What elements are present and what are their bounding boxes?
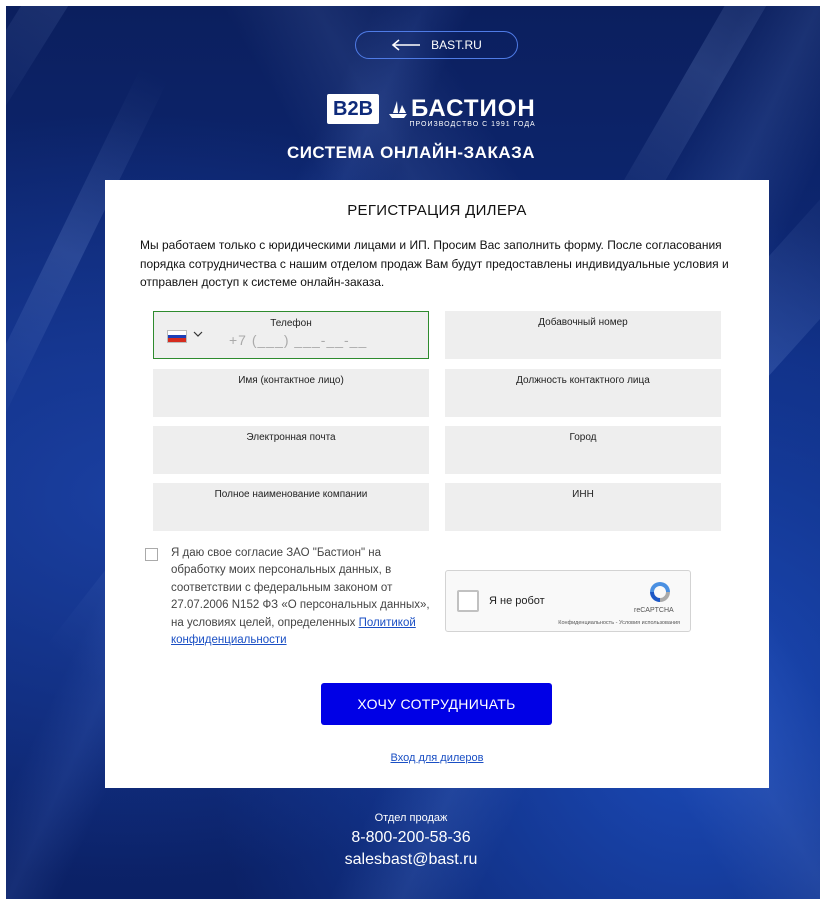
recaptcha-widget: Я не робот reCAPTCHA Конфиденциальность … bbox=[445, 570, 691, 632]
sales-phone[interactable]: 8-800-200-58-36 bbox=[0, 829, 822, 847]
registration-form: РЕГИСТРАЦИЯ ДИЛЕРА Мы работаем только с … bbox=[105, 180, 769, 788]
city-field[interactable]: Город bbox=[445, 426, 721, 474]
company-label: Полное наименование компании bbox=[214, 489, 368, 500]
city-label: Город bbox=[569, 432, 597, 443]
email-field[interactable]: Электронная почта bbox=[153, 426, 429, 474]
phone-field[interactable]: Телефон +7 (___) ___-__-__ bbox=[153, 311, 429, 359]
logo-tagline: ПРОИЗВОДСТВО С 1991 ГОДА bbox=[409, 121, 536, 128]
ship-icon bbox=[389, 101, 408, 118]
extension-field[interactable]: Добавочный номер bbox=[445, 311, 721, 359]
russia-flag-icon[interactable] bbox=[167, 330, 187, 343]
phone-label: Телефон bbox=[270, 318, 312, 329]
position-field[interactable]: Должность контактного лица bbox=[445, 369, 721, 417]
inn-field[interactable]: ИНН bbox=[445, 483, 721, 531]
recaptcha-label: Я не робот bbox=[489, 595, 545, 607]
submit-button[interactable]: ХОЧУ СОТРУДНИЧАТЬ bbox=[321, 683, 552, 725]
back-to-site-link[interactable]: BAST.RU bbox=[355, 31, 518, 59]
name-field[interactable]: Имя (контактное лицо) bbox=[153, 369, 429, 417]
arrow-left-icon bbox=[391, 39, 421, 51]
logo-b2b-badge: B2B bbox=[327, 94, 380, 124]
recaptcha-icon bbox=[650, 582, 670, 602]
company-field[interactable]: Полное наименование компании bbox=[153, 483, 429, 531]
extension-label: Добавочный номер bbox=[538, 317, 628, 328]
sales-department-label: Отдел продаж bbox=[374, 812, 448, 824]
phone-mask: +7 (___) ___-__-__ bbox=[229, 332, 368, 348]
email-label: Электронная почта bbox=[246, 432, 336, 443]
logo-bastion: БАСТИОН ПРОИЗВОДСТВО С 1991 ГОДА bbox=[387, 95, 536, 128]
consent-checkbox[interactable] bbox=[145, 548, 158, 561]
chevron-down-icon[interactable] bbox=[193, 330, 203, 338]
system-title: СИСТЕМА ОНЛАЙН-ЗАКАЗА bbox=[286, 143, 536, 162]
form-title: РЕГИСТРАЦИЯ ДИЛЕРА bbox=[347, 202, 527, 219]
recaptcha-legal-links[interactable]: Конфиденциальность - Условия использован… bbox=[558, 620, 680, 626]
inn-label: ИНН bbox=[572, 489, 594, 500]
name-label: Имя (контактное лицо) bbox=[238, 375, 344, 386]
recaptcha-checkbox[interactable] bbox=[457, 590, 479, 612]
form-intro: Мы работаем только с юридическими лицами… bbox=[140, 238, 729, 289]
logo-name: БАСТИОН bbox=[411, 95, 536, 122]
logo: B2B БАСТИОН ПРОИЗВОДСТВО С 1991 ГОДА bbox=[327, 92, 552, 128]
position-label: Должность контактного лица bbox=[516, 375, 650, 386]
back-link-label: BAST.RU bbox=[431, 38, 482, 52]
recaptcha-brand: reCAPTCHA bbox=[634, 607, 674, 614]
dealer-login-link[interactable]: Вход для дилеров bbox=[105, 752, 769, 764]
sales-email[interactable]: salesbast@bast.ru bbox=[0, 851, 822, 869]
consent-text: Я даю свое согласие ЗАО "Бастион" на обр… bbox=[171, 545, 431, 649]
